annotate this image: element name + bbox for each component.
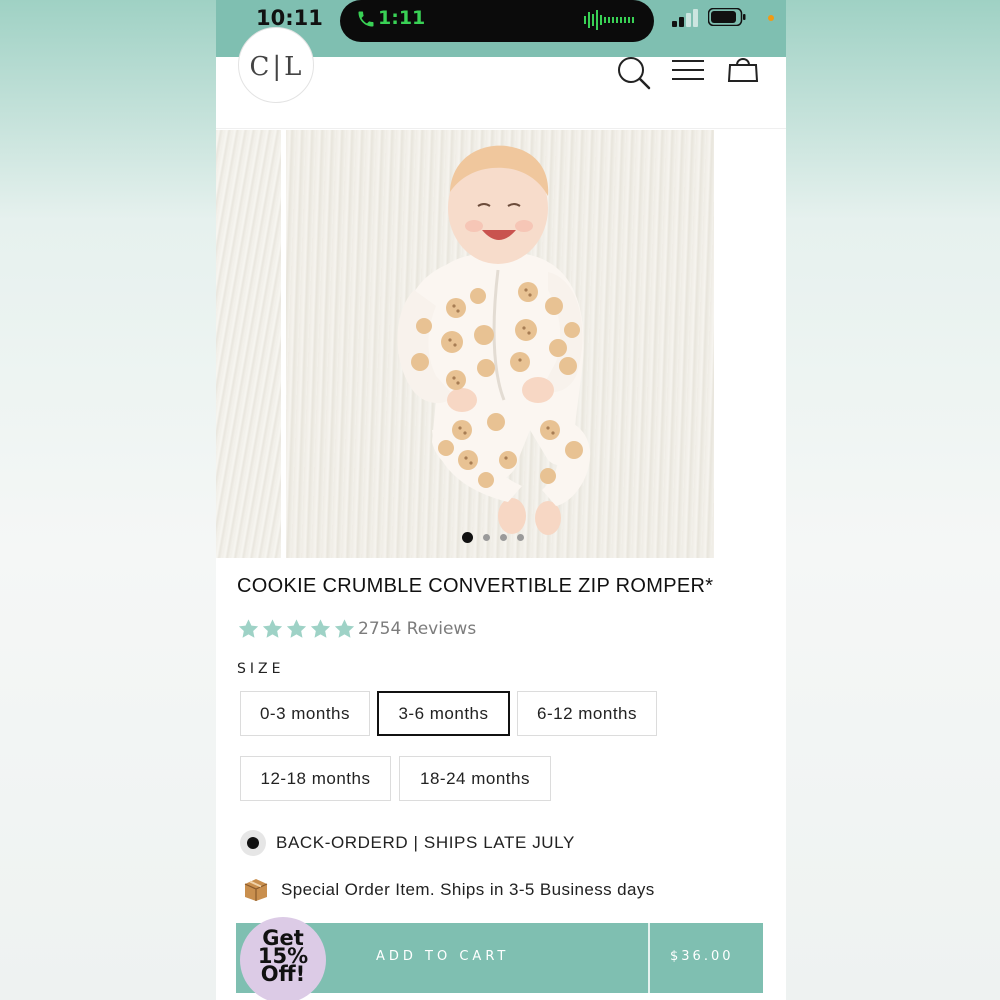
star-rating (237, 618, 356, 640)
waveform-icon (584, 10, 634, 30)
product-gallery[interactable] (216, 130, 786, 558)
status-time: 10:11 (256, 6, 323, 30)
stock-indicator-icon (240, 830, 266, 856)
brand-logo[interactable]: C|L (238, 27, 314, 103)
size-option-12-18[interactable]: 12-18 months (240, 756, 391, 801)
cart-price: $36.00 (670, 949, 734, 964)
special-order-note: Special Order Item. Ships in 3-5 Busines… (243, 878, 655, 902)
discount-promo-badge[interactable]: Get 15% Off! (240, 917, 326, 1000)
battery-icon (708, 8, 746, 26)
size-option-18-24[interactable]: 18-24 months (399, 756, 551, 801)
review-count-link[interactable]: 2754 Reviews (358, 619, 476, 639)
logo-text: C|L (249, 52, 305, 82)
gallery-dot[interactable] (462, 532, 473, 543)
previous-product-image[interactable] (216, 130, 281, 558)
star-icon (238, 619, 259, 638)
product-rating[interactable]: 2754 Reviews (237, 616, 476, 642)
gallery-dot[interactable] (517, 534, 524, 541)
special-order-text: Special Order Item. Ships in 3-5 Busines… (281, 880, 655, 899)
cart-icon[interactable] (726, 55, 760, 89)
product-title: COOKIE CRUMBLE CONVERTIBLE ZIP ROMPER* (237, 575, 714, 597)
stock-status: BACK-ORDERD | SHIPS LATE JULY (240, 830, 575, 856)
size-option-3-6[interactable]: 3-6 months (377, 691, 510, 736)
gallery-dot[interactable] (500, 534, 507, 541)
star-icon (310, 619, 331, 638)
size-label: SIZE (237, 661, 285, 677)
size-option-0-3[interactable]: 0-3 months (240, 691, 370, 736)
gallery-dot[interactable] (483, 534, 490, 541)
size-option-6-12[interactable]: 6-12 months (517, 691, 657, 736)
signal-icon (672, 9, 698, 27)
phone-screen: 10:11 1:11 C|L COOKIE CRUMBLE CONVERTIBL… (216, 0, 786, 1000)
gallery-pagination (462, 532, 524, 543)
product-image[interactable] (286, 130, 714, 558)
menu-icon[interactable] (671, 55, 705, 89)
star-icon (262, 619, 283, 638)
promo-line-3: Off! (260, 962, 306, 986)
baby-in-romper-illustration (397, 145, 591, 535)
privacy-indicator (768, 15, 774, 21)
active-call-pill[interactable]: 1:11 (340, 0, 654, 42)
call-duration: 1:11 (378, 7, 426, 29)
search-icon[interactable] (616, 55, 652, 91)
star-icon (286, 619, 307, 638)
package-icon (244, 879, 268, 901)
add-to-cart-label: ADD TO CART (376, 949, 510, 964)
stock-status-text: BACK-ORDERD | SHIPS LATE JULY (276, 833, 575, 852)
cart-divider (648, 923, 650, 993)
star-icon (334, 619, 355, 638)
site-header: C|L (216, 27, 786, 129)
phone-icon (358, 11, 374, 27)
